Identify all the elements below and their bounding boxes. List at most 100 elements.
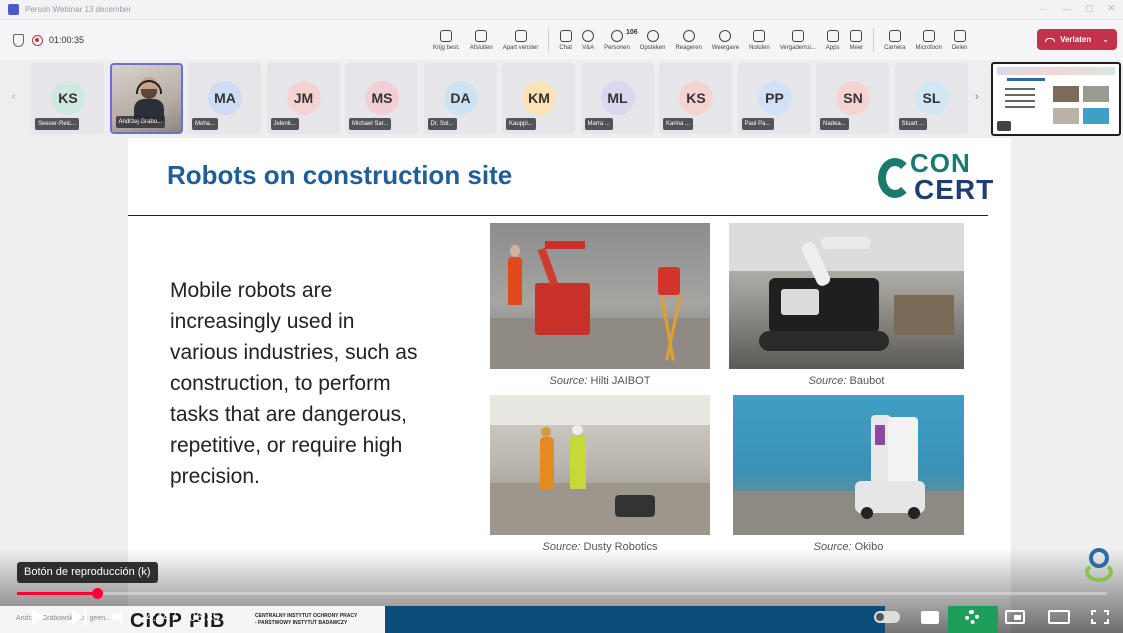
toolbar-separator <box>873 28 875 52</box>
popout-icon <box>514 29 527 42</box>
avatar: KS <box>679 81 713 115</box>
chevron-left-icon[interactable]: ‹ <box>12 91 15 102</box>
toolbar-button-view[interactable]: Weergave <box>707 20 744 60</box>
participant-name: Marra ... <box>584 118 613 130</box>
avatar: SN <box>836 81 870 115</box>
participant-tile[interactable]: MA Moha... <box>188 63 261 134</box>
participant-tile[interactable]: KS Seeser-Reic... <box>31 63 104 134</box>
more-icon[interactable]: ··· <box>1039 4 1048 14</box>
avatar: MS <box>365 81 399 115</box>
slide-body-text: Mobile robots are increasingly used in var… <box>170 275 470 492</box>
slide-body-line: increasingly used in <box>170 310 355 333</box>
toolbar-button-label: V&A <box>582 44 595 51</box>
volume-button[interactable] <box>110 606 130 628</box>
toolbar-button-label: Opsteken <box>639 44 666 51</box>
play-icon <box>32 609 46 625</box>
toolbar-button-rooms[interactable]: Vergaderrui... <box>775 20 821 60</box>
chevron-down-icon[interactable]: ⌄ <box>1102 35 1109 44</box>
people-icon: 106 <box>610 29 638 42</box>
people-count: 106 <box>625 28 638 36</box>
shared-screen-thumbnail[interactable] <box>991 62 1121 136</box>
avatar: PP <box>757 81 792 115</box>
toolbar-button-label: Weergave <box>711 44 740 51</box>
miniplayer-button[interactable] <box>1003 606 1027 628</box>
autoplay-toggle[interactable] <box>872 606 902 628</box>
theater-button[interactable] <box>1046 606 1072 628</box>
close-view-icon <box>475 29 488 42</box>
toolbar-button-apps[interactable]: Apps <box>821 20 845 60</box>
slide-body-line: tasks that are dangerous, <box>170 403 407 426</box>
toolbar-button-label: Reageren <box>675 44 702 51</box>
toolbar-separator <box>548 28 550 52</box>
participant-tile[interactable]: DA Dr. Sol... <box>423 63 497 134</box>
leave-button[interactable]: Verlaten ⌄ <box>1037 29 1117 50</box>
subtitles-button[interactable] <box>918 606 942 628</box>
chevron-right-icon[interactable]: › <box>975 91 979 103</box>
participant-name: Andrzej Grabo... <box>115 116 166 128</box>
play-tooltip: Botón de reproducción (k) <box>17 562 158 583</box>
participant-tile[interactable]: PP Paul Pa... <box>737 63 811 134</box>
toolbar-button-more[interactable]: Meer <box>844 20 868 60</box>
participant-tile[interactable]: KS Karina ... <box>659 63 732 134</box>
participant-tile[interactable]: MS Michael Sar... <box>345 63 418 134</box>
camera-icon <box>888 29 901 42</box>
toolbar-button-scan[interactable]: Krijg best. <box>428 20 465 60</box>
toolbar-button-people[interactable]: 106 Personen <box>599 20 638 60</box>
participant-tile[interactable]: SL Stuart ... <box>894 63 968 134</box>
participant-tile[interactable]: Andrzej Grabo... <box>109 63 183 134</box>
autoplay-icon <box>874 611 900 623</box>
participant-name: Seeser-Reic... <box>35 118 80 130</box>
maximize-icon[interactable]: ▢ <box>1085 3 1094 14</box>
participant-tile[interactable]: JM Jelenk... <box>266 63 340 134</box>
toolbar-button-smile[interactable]: Reageren <box>670 20 706 60</box>
slide-body-line: repetitive, or require high <box>170 434 403 457</box>
participant-name: Karina ... <box>663 118 694 130</box>
time-display: 4:44 / 1:06:35 <box>146 610 220 624</box>
avatar: KS <box>51 81 85 115</box>
toolbar-button-share[interactable]: Delen <box>947 20 973 60</box>
participant-name: Nadea... <box>820 118 849 130</box>
toolbar-button-label: Afsluiten <box>469 44 493 51</box>
play-button[interactable] <box>28 606 50 628</box>
toolbar-button-notes[interactable]: Notulen <box>744 20 775 60</box>
view-icon <box>719 29 732 42</box>
toolbar-button-raise-hand[interactable]: Opsteken <box>635 20 671 60</box>
toolbar-button-mic[interactable]: Microfoon <box>911 20 947 60</box>
theater-icon <box>1048 610 1070 624</box>
leave-label: Verlaten <box>1060 35 1092 44</box>
slide-body-line: precision. <box>170 465 260 488</box>
more-icon <box>850 29 863 42</box>
toolbar-button-chat[interactable]: Chat <box>554 20 577 60</box>
minimize-icon[interactable]: — <box>1062 4 1071 14</box>
toolbar-button-popout[interactable]: Apart venster <box>498 20 544 60</box>
fullscreen-button[interactable] <box>1089 606 1111 628</box>
participant-name: Paul Pa... <box>741 118 774 130</box>
next-button[interactable] <box>70 606 90 628</box>
progress-bar[interactable] <box>17 588 1107 599</box>
meeting-timer: 01:00:35 <box>49 35 85 45</box>
participant-name: Stuart ... <box>898 118 928 130</box>
slide-body-line: Mobile robots are <box>170 279 333 302</box>
participant-tile[interactable]: ML Marra ... <box>580 63 654 134</box>
progress-scrubber[interactable] <box>91 588 103 599</box>
toolbar-button-label: Delen <box>951 44 968 51</box>
hilti-jaibot-photo <box>490 223 710 369</box>
teams-icon <box>8 4 19 15</box>
ciop-corner-logo <box>1085 548 1113 584</box>
participant-name: Kauppi... <box>506 118 536 130</box>
participant-tile[interactable]: SN Nadea... <box>816 63 889 134</box>
toolbar-button-camera[interactable]: Camera <box>879 20 910 60</box>
toolbar-button-label: Notulen <box>749 44 770 51</box>
participant-tile[interactable]: KM Kauppi... <box>502 63 575 134</box>
slide-body-line: construction, to perform <box>170 372 391 395</box>
dusty-robotics-photo <box>490 395 710 535</box>
expand-icon[interactable] <box>997 121 1011 131</box>
slide-body-line: various industries, such as <box>170 341 418 364</box>
caption-hilti: Source: Hilti JAIBOT <box>549 375 651 387</box>
toolbar-button-qa[interactable]: V&A <box>577 20 599 60</box>
avatar: ML <box>600 81 635 115</box>
close-icon[interactable]: ✕ <box>1107 3 1115 14</box>
rooms-icon <box>791 29 804 42</box>
toolbar-button-close-view[interactable]: Afsluiten <box>465 20 498 60</box>
settings-button[interactable] <box>961 606 983 628</box>
